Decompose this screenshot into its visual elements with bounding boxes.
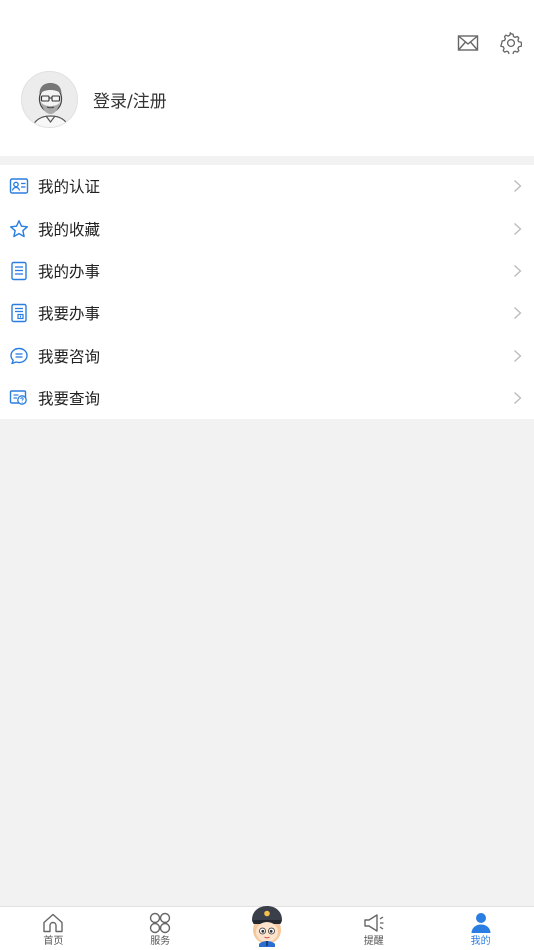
- chevron-right-icon: [514, 222, 522, 235]
- form-document-icon: [11, 304, 27, 323]
- menu-list: 我的认证 我的收藏 我的办事 我要办事 我要咨询 我要查询: [0, 165, 534, 420]
- bottom-tab-bar: 首页 服务 提醒 我的: [0, 906, 534, 950]
- tab-label: 首页: [43, 936, 64, 947]
- menu-item-my-favorites[interactable]: 我的收藏: [0, 207, 534, 249]
- menu-item-my-affairs[interactable]: 我的办事: [0, 250, 534, 292]
- tab-home[interactable]: 首页: [0, 907, 107, 950]
- document-list-icon: [11, 261, 27, 281]
- tab-reminders[interactable]: 提醒: [320, 907, 427, 950]
- id-card-icon: [9, 178, 29, 194]
- tab-mine[interactable]: 我的: [427, 907, 534, 950]
- user-avatar-icon[interactable]: [21, 71, 78, 128]
- tab-label: 提醒: [363, 936, 384, 947]
- megaphone-icon: [364, 914, 384, 932]
- tab-label: 我的: [470, 936, 491, 947]
- chevron-right-icon: [514, 264, 522, 277]
- chevron-right-icon: [514, 392, 522, 405]
- chat-bubble-icon: [10, 347, 28, 364]
- mail-icon[interactable]: [457, 32, 479, 54]
- header-actions: [457, 32, 522, 54]
- person-icon: [471, 913, 491, 933]
- tab-services[interactable]: 服务: [107, 907, 214, 950]
- login-register-link[interactable]: 登录/注册: [93, 87, 167, 112]
- services-grid-icon: [149, 912, 171, 934]
- menu-item-label: 我要查询: [38, 390, 101, 409]
- menu-item-consult[interactable]: 我要咨询: [0, 335, 534, 377]
- settings-gear-icon[interactable]: [500, 32, 522, 54]
- menu-item-label: 我要办事: [38, 305, 101, 324]
- menu-item-label: 我的认证: [38, 178, 101, 197]
- query-icon: [9, 390, 27, 405]
- menu-item-apply-affairs[interactable]: 我要办事: [0, 292, 534, 334]
- profile-header: 登录/注册: [0, 0, 534, 156]
- menu-item-label: 我要咨询: [38, 347, 101, 366]
- tab-label: 服务: [150, 936, 171, 947]
- police-mascot-icon: [251, 906, 282, 947]
- home-icon: [43, 913, 64, 933]
- menu-item-query[interactable]: 我要查询: [0, 377, 534, 419]
- tab-mascot[interactable]: [214, 906, 321, 950]
- chevron-right-icon: [514, 349, 522, 362]
- chevron-right-icon: [514, 307, 522, 320]
- menu-item-my-certification[interactable]: 我的认证: [0, 165, 534, 207]
- profile-login-row[interactable]: 登录/注册: [21, 71, 167, 128]
- star-icon: [10, 219, 28, 237]
- chevron-right-icon: [514, 180, 522, 193]
- menu-item-label: 我的收藏: [38, 220, 101, 239]
- menu-item-label: 我的办事: [38, 262, 101, 281]
